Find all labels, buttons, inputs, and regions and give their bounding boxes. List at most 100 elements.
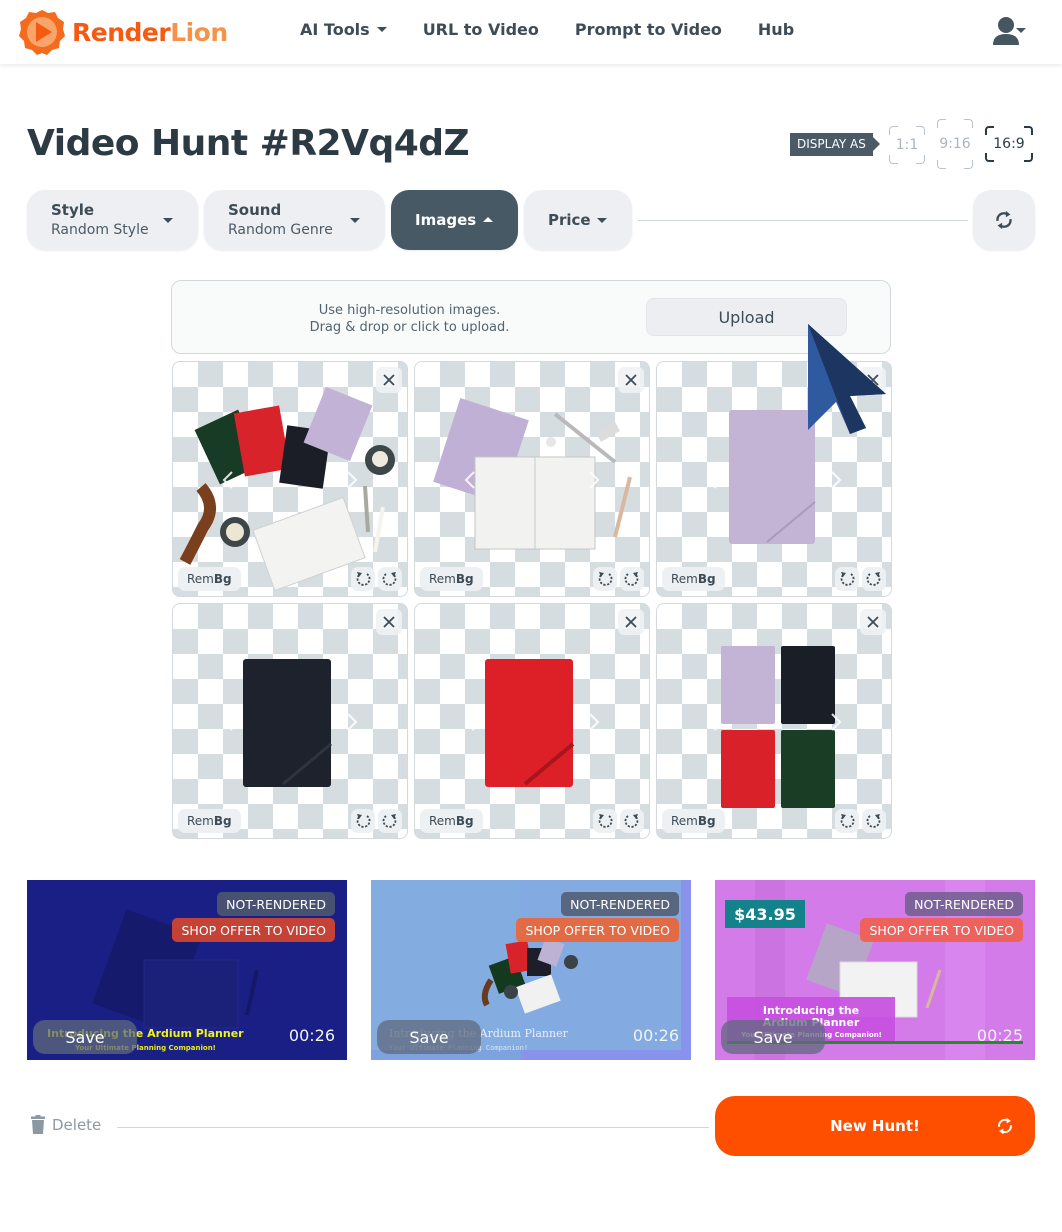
renderlion-logo[interactable]: RenderLion bbox=[18, 8, 228, 56]
nav-prompt-to-video-label: Prompt to Video bbox=[574, 20, 722, 39]
style-dropdown[interactable]: Style Random Style bbox=[27, 190, 198, 250]
nav-ai-tools-label: AI Tools bbox=[300, 20, 370, 39]
next-image-button[interactable] bbox=[587, 712, 601, 732]
style-dropdown-label: Style bbox=[51, 201, 95, 219]
rotate-left-button[interactable] bbox=[351, 567, 375, 591]
logo-text-lion: Lion bbox=[170, 17, 228, 47]
rotate-left-button[interactable] bbox=[835, 567, 859, 591]
rembg-label-bold: Bg bbox=[697, 814, 716, 828]
image-upload-dropzone[interactable]: Use high-resolution images. Drag & drop … bbox=[171, 280, 891, 354]
remove-background-button[interactable]: Rem Bg bbox=[178, 567, 241, 591]
user-menu-button[interactable] bbox=[992, 16, 1026, 46]
delete-button[interactable]: Delete bbox=[30, 1115, 101, 1134]
divider bbox=[638, 220, 968, 221]
divider bbox=[117, 1127, 709, 1128]
nav-url-to-video-label: URL to Video bbox=[422, 20, 539, 39]
rotate-left-button[interactable] bbox=[835, 809, 859, 833]
ratio-1-1-button[interactable]: 1:1 bbox=[889, 126, 925, 164]
image-tile[interactable]: Rem Bg bbox=[172, 603, 408, 839]
remove-background-button[interactable]: Rem Bg bbox=[662, 809, 725, 833]
close-icon bbox=[383, 616, 395, 628]
close-icon bbox=[625, 616, 637, 628]
rembg-label-prefix: Rem bbox=[187, 572, 214, 586]
shuffle-refresh-button[interactable] bbox=[973, 190, 1035, 250]
remove-image-button[interactable] bbox=[618, 609, 644, 635]
new-hunt-button[interactable]: New Hunt! bbox=[715, 1096, 1035, 1156]
chevron-down-icon bbox=[350, 218, 360, 223]
previous-image-button[interactable] bbox=[705, 712, 719, 732]
shop-offer-to-video-button[interactable]: SHOP OFFER TO VIDEO bbox=[172, 918, 335, 942]
rembg-label-bold: Bg bbox=[213, 572, 232, 586]
rembg-label-prefix: Rem bbox=[429, 572, 456, 586]
save-button[interactable]: Save bbox=[721, 1020, 825, 1054]
rembg-label-bold: Bg bbox=[455, 572, 474, 586]
image-tile[interactable]: Rem Bg bbox=[656, 361, 892, 597]
rotate-left-button[interactable] bbox=[351, 809, 375, 833]
ratio-9-16-button[interactable]: 9:16 bbox=[937, 119, 973, 169]
ratio-16-9-button[interactable]: 16:9 bbox=[985, 126, 1033, 162]
price-dropdown[interactable]: Price bbox=[524, 190, 632, 250]
previous-image-button[interactable] bbox=[221, 470, 235, 490]
video-preview-card[interactable]: Introducing the Ardium Planner Your Ulti… bbox=[27, 880, 347, 1060]
video-preview-card[interactable]: $43.95 Introducing the Ardium Planner Yo… bbox=[715, 880, 1035, 1060]
remove-image-button[interactable] bbox=[618, 367, 644, 393]
product-image bbox=[243, 659, 332, 787]
sound-dropdown-label: Sound bbox=[228, 201, 282, 219]
image-tile[interactable]: Rem Bg bbox=[414, 603, 650, 839]
next-image-button[interactable] bbox=[345, 470, 359, 490]
previous-image-button[interactable] bbox=[463, 470, 477, 490]
rotate-left-icon bbox=[840, 572, 855, 586]
close-icon bbox=[383, 374, 395, 386]
image-tile[interactable]: Rem Bg bbox=[414, 361, 650, 597]
save-button[interactable]: Save bbox=[33, 1020, 137, 1054]
upload-hint-line2: Drag & drop or click to upload. bbox=[309, 320, 510, 335]
video-preview-card[interactable]: Introducing the Ardium Planner Your Ulti… bbox=[371, 880, 691, 1060]
nav-hub[interactable]: Hub bbox=[758, 20, 794, 39]
previous-image-button[interactable] bbox=[705, 470, 719, 490]
shop-offer-to-video-button[interactable]: SHOP OFFER TO VIDEO bbox=[860, 918, 1023, 942]
remove-image-button[interactable] bbox=[376, 367, 402, 393]
delete-label: Delete bbox=[52, 1115, 102, 1134]
save-button[interactable]: Save bbox=[377, 1020, 481, 1054]
images-dropdown[interactable]: Images bbox=[391, 190, 518, 250]
remove-background-button[interactable]: Rem Bg bbox=[662, 567, 725, 591]
next-image-button[interactable] bbox=[587, 470, 601, 490]
rotate-left-icon bbox=[598, 814, 613, 828]
previous-image-button[interactable] bbox=[221, 712, 235, 732]
remove-background-button[interactable]: Rem Bg bbox=[420, 567, 483, 591]
product-image bbox=[729, 410, 816, 544]
rotate-right-button[interactable] bbox=[378, 567, 402, 591]
image-tile[interactable]: Rem Bg bbox=[172, 361, 408, 597]
rembg-label-bold: Bg bbox=[455, 814, 474, 828]
rotate-right-button[interactable] bbox=[620, 809, 644, 833]
shop-offer-to-video-button[interactable]: SHOP OFFER TO VIDEO bbox=[516, 918, 679, 942]
remove-background-button[interactable]: Rem Bg bbox=[420, 809, 483, 833]
video-duration: 00:26 bbox=[632, 1026, 679, 1045]
sound-dropdown[interactable]: Sound Random Genre bbox=[204, 190, 385, 250]
next-image-button[interactable] bbox=[829, 712, 843, 732]
new-hunt-label: New Hunt! bbox=[830, 1117, 920, 1135]
video-duration: 00:26 bbox=[288, 1026, 335, 1045]
previous-image-button[interactable] bbox=[463, 712, 477, 732]
upload-button[interactable]: Upload bbox=[646, 298, 847, 336]
nav-ai-tools[interactable]: AI Tools bbox=[300, 20, 387, 39]
rotate-right-icon bbox=[624, 572, 639, 586]
remove-image-button[interactable] bbox=[860, 367, 886, 393]
rotate-right-button[interactable] bbox=[862, 567, 886, 591]
remove-image-button[interactable] bbox=[860, 609, 886, 635]
rotate-left-button[interactable] bbox=[593, 809, 617, 833]
remove-image-button[interactable] bbox=[376, 609, 402, 635]
rotate-right-button[interactable] bbox=[862, 809, 886, 833]
nav-prompt-to-video[interactable]: Prompt to Video bbox=[575, 20, 722, 39]
next-image-button[interactable] bbox=[829, 470, 843, 490]
rotate-right-button[interactable] bbox=[378, 809, 402, 833]
page-title: Video Hunt #R2Vq4dZ bbox=[27, 123, 470, 164]
style-dropdown-value: Random Style bbox=[51, 222, 149, 238]
next-image-button[interactable] bbox=[345, 712, 359, 732]
rotate-left-button[interactable] bbox=[593, 567, 617, 591]
image-tile[interactable]: Rem Bg bbox=[656, 603, 892, 839]
rotate-left-icon bbox=[840, 814, 855, 828]
remove-background-button[interactable]: Rem Bg bbox=[178, 809, 241, 833]
nav-url-to-video[interactable]: URL to Video bbox=[423, 20, 539, 39]
rotate-right-button[interactable] bbox=[620, 567, 644, 591]
